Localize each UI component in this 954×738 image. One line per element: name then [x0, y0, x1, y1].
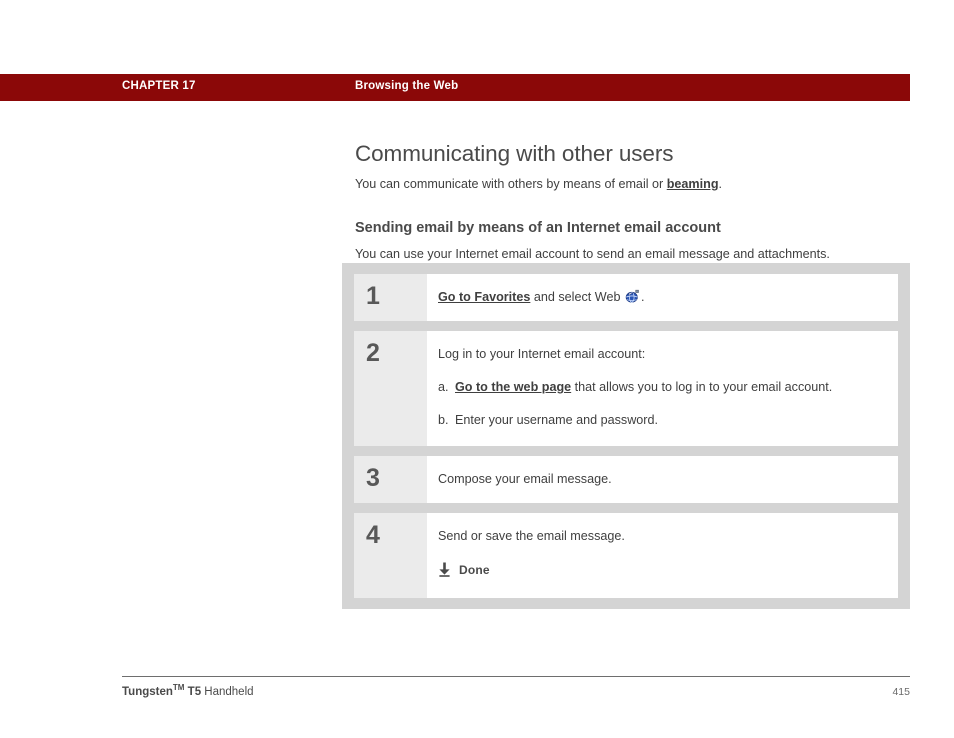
step-body-cell: Send or save the email message. Done — [427, 513, 898, 598]
step-number-cell: 3 — [354, 456, 427, 503]
chapter-header-bar: CHAPTER 17 Browsing the Web — [0, 74, 910, 101]
intro-suffix-text: . — [718, 177, 723, 191]
section-intro-paragraph: You can use your Internet email account … — [355, 247, 830, 261]
step-body-cell: Log in to your Internet email account: a… — [427, 331, 898, 446]
steps-table: 1 Go to Favorites and select Web . 2 Log… — [342, 263, 910, 609]
step-body-cell: Compose your email message. — [427, 456, 898, 503]
beaming-link[interactable]: beaming — [667, 177, 719, 191]
footer-product-name: TungstenTM T5 Handheld — [122, 683, 254, 698]
web-globe-icon — [625, 289, 640, 304]
page-number: 415 — [892, 685, 910, 698]
step-row: 1 Go to Favorites and select Web . — [354, 274, 898, 321]
chapter-label: CHAPTER 17 — [122, 80, 196, 92]
step-number: 4 — [366, 521, 380, 549]
footer-product-type: Handheld — [201, 685, 254, 698]
step-number-cell: 1 — [354, 274, 427, 321]
substep-a-text: Go to the web page that allows you to lo… — [455, 379, 884, 396]
step-1-text: Go to Favorites and select Web . — [438, 289, 884, 306]
page-footer: TungstenTM T5 Handheld 415 — [122, 676, 910, 698]
go-to-web-page-link[interactable]: Go to the web page — [455, 380, 571, 394]
page-title: Communicating with other users — [355, 141, 674, 166]
step-number-cell: 2 — [354, 331, 427, 446]
substep-a-suffix: that allows you to log in to your email … — [571, 380, 833, 394]
footer-content: TungstenTM T5 Handheld 415 — [122, 683, 910, 698]
step-2-lead-text: Log in to your Internet email account: — [438, 347, 646, 361]
chapter-topic: Browsing the Web — [355, 80, 459, 92]
step-number-cell: 4 — [354, 513, 427, 598]
step-number: 1 — [366, 282, 380, 310]
done-label: Done — [459, 562, 490, 577]
step-1-end: . — [640, 290, 645, 304]
step-3-text: Compose your email message. — [438, 472, 612, 486]
substep-a: a. Go to the web page that allows you to… — [438, 379, 884, 396]
trademark-symbol: TM — [172, 683, 185, 692]
step-row: 4 Send or save the email message. Done — [354, 513, 898, 598]
step-row: 3 Compose your email message. — [354, 456, 898, 503]
main-content: Communicating with other users You can c… — [355, 140, 915, 263]
go-to-favorites-link[interactable]: Go to Favorites — [438, 290, 530, 304]
footer-brand: Tungsten — [122, 685, 173, 698]
substep-b-marker: b. — [438, 413, 449, 427]
step-1-suffix: and select Web — [530, 290, 624, 304]
footer-model: T5 — [184, 685, 202, 698]
done-marker: Done — [438, 562, 884, 577]
step-body-cell: Go to Favorites and select Web . — [427, 274, 898, 321]
step-4-text: Send or save the email message. — [438, 529, 625, 543]
substep-b-text: Enter your username and password. — [455, 413, 659, 427]
step-number: 3 — [366, 464, 380, 492]
substep-b: b. Enter your username and password. — [438, 412, 884, 429]
down-arrow-icon — [438, 562, 451, 577]
substep-a-marker: a. — [438, 380, 449, 394]
intro-prefix-text: You can communicate with others by means… — [355, 177, 667, 191]
step-row: 2 Log in to your Internet email account:… — [354, 331, 898, 446]
section-title: Sending email by means of an Internet em… — [355, 220, 721, 236]
step-number: 2 — [366, 339, 380, 367]
footer-divider — [122, 676, 910, 677]
intro-paragraph: You can communicate with others by means… — [355, 176, 915, 193]
